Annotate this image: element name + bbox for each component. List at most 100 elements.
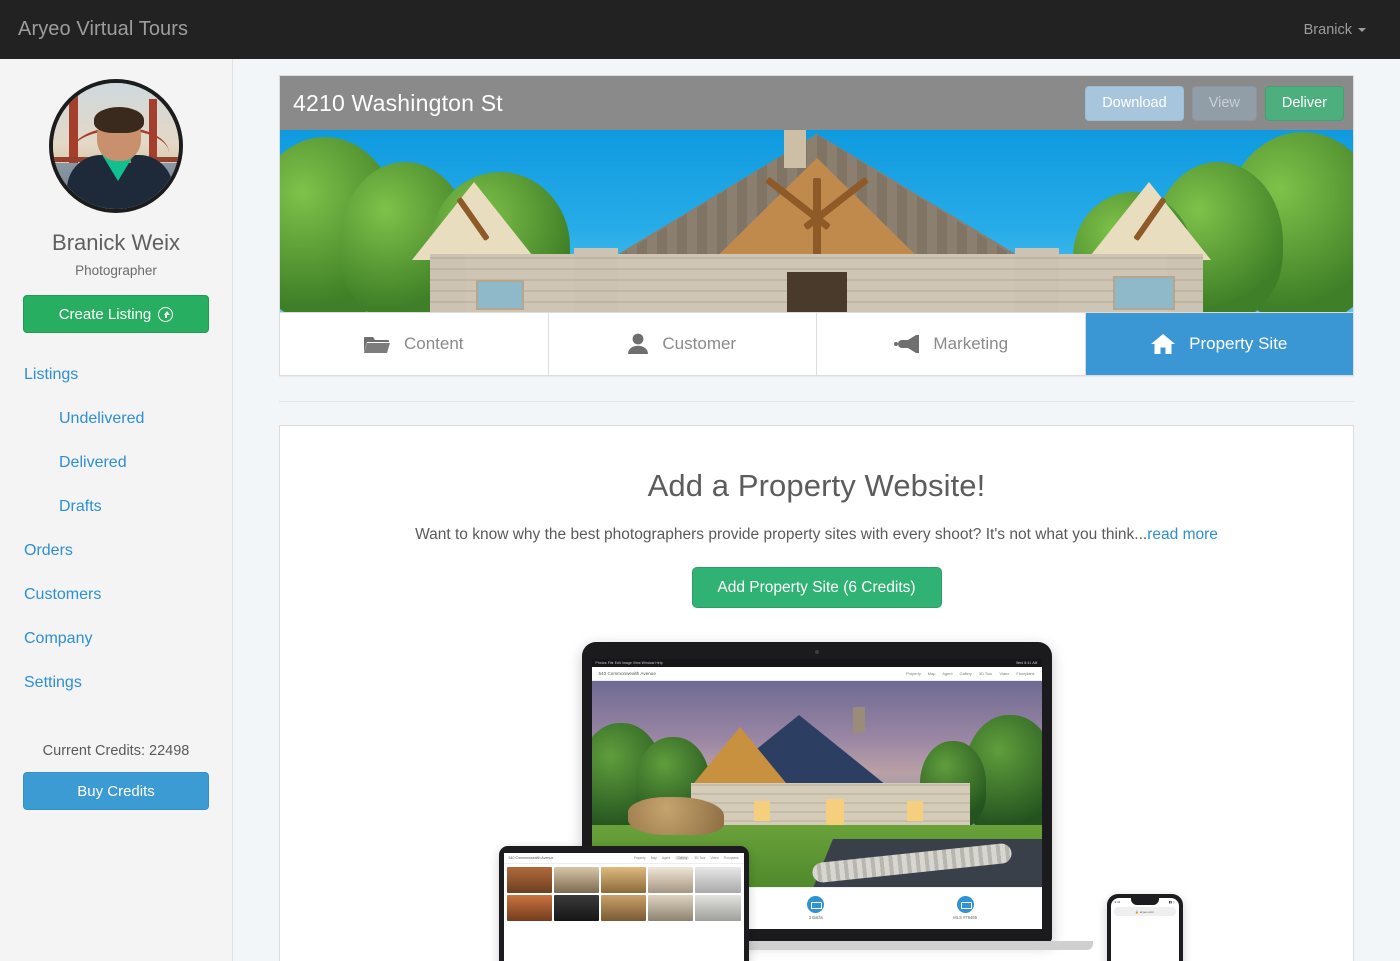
tab-marketing-label: Marketing — [933, 334, 1009, 353]
photo-window — [906, 801, 923, 821]
create-listing-button[interactable]: Create Listing — [23, 295, 209, 333]
laptop-nav-video: Video — [999, 671, 1010, 676]
megaphone-icon — [893, 334, 920, 354]
user-menu-label: Branick — [1303, 21, 1352, 38]
home-icon — [1151, 333, 1176, 355]
tablet-nav-property: Property — [633, 856, 646, 860]
gallery-thumb — [600, 867, 647, 893]
avatar-container — [0, 79, 232, 213]
stat-mls-label: MLS #76465 — [953, 914, 978, 920]
tablet-screen: 540 Commonwealth Avenue Property Map Age… — [503, 853, 744, 961]
laptop-nav-gallery: Gallery — [959, 671, 972, 676]
lock-icon: 🔒 — [1135, 909, 1139, 914]
gallery-thumb — [695, 895, 741, 921]
deliver-button[interactable]: Deliver — [1264, 85, 1344, 121]
tab-customer[interactable]: Customer — [548, 313, 817, 375]
hero-window — [476, 280, 524, 310]
hero-stone-column — [574, 248, 618, 312]
sidebar-item-listings[interactable]: Listings — [0, 353, 232, 397]
tab-property-site-label: Property Site — [1189, 334, 1288, 353]
view-button[interactable]: View — [1191, 85, 1257, 121]
tab-property-site[interactable]: Property Site — [1085, 313, 1353, 375]
page-shell: Branick Weix Photographer Create Listing… — [0, 59, 1400, 961]
tab-customer-label: Customer — [662, 334, 737, 353]
laptop-nav-property: Property — [906, 671, 921, 676]
promo-body: Want to know why the best photographers … — [310, 526, 1323, 544]
tablet-nav-video: Video — [710, 856, 719, 860]
top-navbar: Aryeo Virtual Tours Branick — [0, 0, 1400, 59]
hero-window — [1113, 276, 1175, 310]
laptop-nav-agent: Agent — [942, 671, 953, 676]
upload-icon — [158, 306, 174, 322]
current-credits-label: Current Credits: 22498 — [42, 743, 190, 759]
avatar-hair — [94, 107, 144, 133]
sidebar-item-undelivered[interactable]: Undelivered — [0, 397, 232, 441]
section-divider — [279, 401, 1354, 402]
gallery-thumb — [506, 895, 552, 921]
phone-mockup: 9:41 ▮▮ ▯ 🔒 aryeo.com — [1106, 894, 1183, 961]
tablet-nav-agent: Agent — [661, 856, 671, 860]
sidebar-item-drafts[interactable]: Drafts — [0, 485, 232, 529]
main-content: 4210 Washington St Download View Deliver — [233, 59, 1400, 961]
read-more-link[interactable]: read more — [1147, 526, 1218, 543]
sidebar-item-company[interactable]: Company — [0, 617, 232, 661]
tablet-gallery-grid — [504, 864, 744, 924]
listing-card: 4210 Washington St Download View Deliver — [279, 75, 1354, 376]
gallery-thumb — [648, 867, 694, 893]
add-property-site-panel: Add a Property Website! Want to know why… — [279, 425, 1354, 961]
photo-gable — [694, 727, 786, 783]
stat-mls: MLS #76465 — [953, 895, 978, 920]
photo-window — [753, 801, 770, 821]
sidebar-nav: Listings Undelivered Delivered Drafts Or… — [0, 353, 232, 705]
buy-credits-button[interactable]: Buy Credits — [23, 772, 209, 810]
hero-stone-column — [430, 254, 466, 312]
sidebar-item-settings[interactable]: Settings — [0, 661, 232, 705]
os-menubar-left: Photos File Edit Image View Window Help — [595, 661, 663, 665]
gallery-thumb — [506, 867, 552, 893]
promo-heading: Add a Property Website! — [647, 468, 986, 503]
listing-tabs: Content Customer Marketing Property Site — [280, 312, 1353, 375]
tablet-site-address: 540 Commonwealth Avenue — [508, 856, 554, 860]
laptop-site-address: 540 Commonwealth Avenue — [598, 671, 656, 676]
laptop-site-nav: 540 Commonwealth Avenue Property Map Age… — [591, 667, 1042, 681]
user-icon — [628, 333, 649, 355]
user-name: Branick Weix — [52, 230, 180, 255]
phone-time: 9:41 — [1114, 900, 1121, 904]
gallery-thumb — [553, 867, 599, 893]
user-menu[interactable]: Branick — [1304, 22, 1382, 38]
sidebar-item-customers[interactable]: Customers — [0, 573, 232, 617]
tablet-mockup: 540 Commonwealth Avenue Property Map Age… — [498, 846, 749, 961]
tab-content[interactable]: Content — [280, 313, 549, 375]
tablet-nav-gallery: Gallery — [675, 856, 690, 860]
phone-url: aryeo.com — [1139, 909, 1154, 914]
sidebar: Branick Weix Photographer Create Listing… — [0, 59, 233, 961]
promo-body-text: Want to know why the best photographers … — [415, 526, 1148, 543]
folder-icon — [363, 334, 390, 354]
chevron-down-icon — [1358, 27, 1366, 32]
device-mockup-illustration: 540 Commonwealth Avenue Property Map Age… — [310, 642, 1323, 961]
hero-stone-column — [1015, 248, 1059, 312]
phone-notch — [1130, 898, 1159, 905]
laptop-os-menubar: Photos File Edit Image View Window Help … — [591, 659, 1042, 667]
listing-header: 4210 Washington St Download View Deliver — [280, 76, 1353, 130]
avatar — [49, 79, 183, 213]
laptop-nav-map: Map — [927, 671, 936, 676]
hero-front-door — [786, 272, 847, 312]
sidebar-item-delivered[interactable]: Delivered — [0, 441, 232, 485]
tab-marketing[interactable]: Marketing — [817, 313, 1086, 375]
gallery-thumb — [600, 895, 647, 921]
listing-address: 4210 Washington St — [293, 89, 503, 116]
sidebar-item-orders[interactable]: Orders — [0, 529, 232, 573]
download-button[interactable]: Download — [1085, 85, 1184, 121]
tablet-nav-map: Map — [650, 856, 657, 860]
bath-icon — [807, 895, 825, 913]
tablet-nav-3dtour: 3D Tour — [694, 856, 706, 860]
add-property-site-button[interactable]: Add Property Site (6 Credits) — [691, 567, 942, 608]
mls-icon — [956, 895, 974, 913]
laptop-nav-3dtour: 3D Tour — [978, 671, 993, 676]
phone-url-bar: 🔒 aryeo.com — [1113, 907, 1176, 916]
listing-actions: Download View Deliver — [1085, 85, 1344, 121]
tablet-site-nav: 540 Commonwealth Avenue Property Map Age… — [503, 853, 744, 864]
photo-rock-feature — [627, 797, 724, 835]
app-brand[interactable]: Aryeo Virtual Tours — [18, 18, 188, 41]
